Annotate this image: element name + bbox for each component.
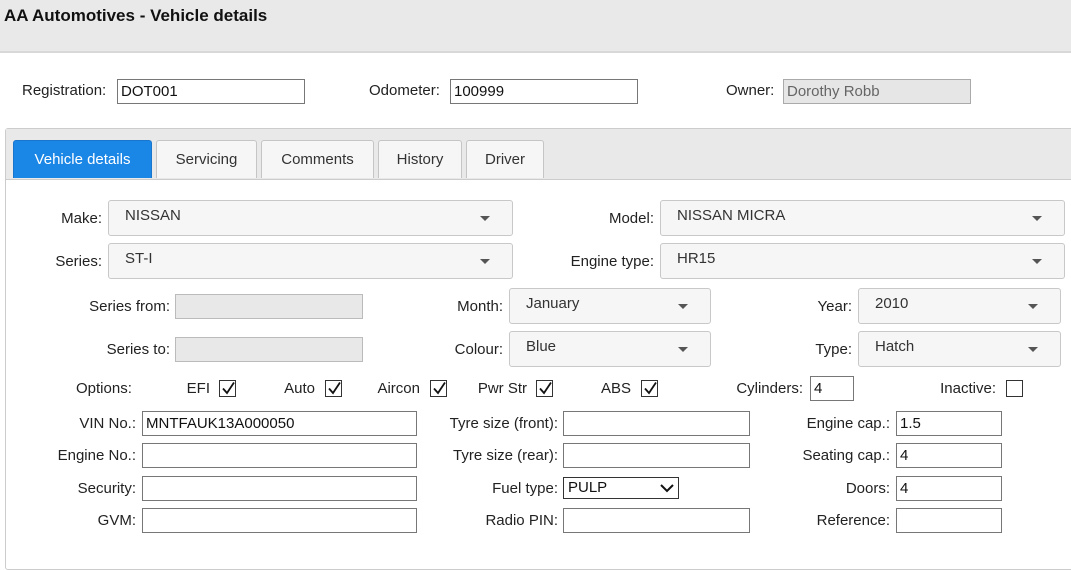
tab-vehicle-details[interactable]: Vehicle details	[13, 140, 152, 178]
chevron-down-icon	[1032, 259, 1042, 264]
tyre-front-input[interactable]	[563, 411, 750, 436]
vin-input[interactable]: MNTFAUK13A000050	[142, 411, 417, 436]
chevron-down-icon	[660, 484, 674, 493]
checkmark-icon	[328, 382, 341, 395]
cylinders-input[interactable]: 4	[810, 376, 854, 401]
cylinders-label: Cylinders:	[736, 380, 803, 397]
tyre-front-label: Tyre size (front):	[449, 415, 558, 432]
doors-input[interactable]: 4	[896, 476, 1002, 501]
owner-field: Dorothy Robb	[783, 79, 971, 104]
chevron-down-icon	[1032, 216, 1042, 221]
tab-driver[interactable]: Driver	[466, 140, 544, 178]
make-value: NISSAN	[125, 207, 181, 224]
option-auto-label: Auto	[284, 380, 315, 397]
registration-input[interactable]: DOT001	[117, 79, 305, 104]
option-efi-label: EFI	[186, 380, 210, 397]
month-value: January	[526, 295, 580, 312]
odometer-input[interactable]: 100999	[450, 79, 638, 104]
series-label: Series:	[55, 253, 102, 270]
option-auto-checkbox[interactable]	[325, 380, 342, 397]
reference-input[interactable]	[896, 508, 1002, 533]
inactive-checkbox[interactable]	[1006, 380, 1023, 397]
type-value: Hatch	[875, 338, 915, 355]
series-from-label: Series from:	[89, 298, 170, 315]
radio-pin-label: Radio PIN:	[485, 512, 558, 529]
radio-pin-input[interactable]	[563, 508, 750, 533]
option-aircon-checkbox[interactable]	[430, 380, 447, 397]
fuel-type-value: PULP	[568, 479, 608, 496]
seating-cap-input[interactable]: 4	[896, 443, 1002, 468]
tab-comments[interactable]: Comments	[261, 140, 374, 178]
options-label: Options:	[76, 380, 132, 397]
registration-label: Registration:	[22, 82, 107, 99]
fuel-type-label: Fuel type:	[492, 480, 558, 497]
model-value: NISSAN MICRA	[677, 207, 786, 224]
month-label: Month:	[457, 298, 503, 315]
option-pwr-str-label: Pwr Str	[477, 380, 527, 397]
checkmark-icon	[433, 382, 446, 395]
series-value: ST-I	[125, 250, 153, 267]
chevron-down-icon	[480, 216, 490, 221]
tab-history[interactable]: History	[378, 140, 462, 178]
checkmark-icon	[644, 382, 657, 395]
inactive-label: Inactive:	[940, 380, 996, 397]
tab-servicing[interactable]: Servicing	[156, 140, 257, 178]
checkmark-icon	[539, 382, 552, 395]
reference-label: Reference:	[816, 512, 890, 529]
chevron-down-icon	[480, 259, 490, 264]
window-title: AA Automotives - Vehicle details	[4, 6, 268, 25]
year-label: Year:	[817, 298, 852, 315]
series-to-field	[175, 337, 363, 362]
colour-label: Colour:	[454, 341, 503, 358]
model-label: Model:	[608, 210, 654, 227]
type-dropdown[interactable]: Hatch	[858, 331, 1061, 367]
engine-no-input[interactable]	[142, 443, 417, 468]
series-dropdown[interactable]: ST-I	[108, 243, 513, 279]
year-value: 2010	[875, 295, 909, 312]
option-pwr-str-checkbox[interactable]	[536, 380, 553, 397]
doors-label: Doors:	[845, 480, 890, 497]
tyre-rear-input[interactable]	[563, 443, 750, 468]
owner-label: Owner:	[726, 82, 775, 99]
vin-label: VIN No.:	[79, 415, 136, 432]
make-dropdown[interactable]: NISSAN	[108, 200, 513, 236]
year-dropdown[interactable]: 2010	[858, 288, 1061, 324]
chevron-down-icon	[1028, 304, 1038, 309]
make-label: Make:	[61, 210, 102, 227]
option-abs-checkbox[interactable]	[641, 380, 658, 397]
gvm-input[interactable]	[142, 508, 417, 533]
series-from-field	[175, 294, 363, 319]
security-input[interactable]	[142, 476, 417, 501]
option-efi-checkbox[interactable]	[219, 380, 236, 397]
engine-type-label: Engine type:	[570, 253, 654, 270]
chevron-down-icon	[678, 304, 688, 309]
security-label: Security:	[77, 480, 136, 497]
checkmark-icon	[222, 382, 235, 395]
option-aircon-label: Aircon	[377, 380, 420, 397]
model-dropdown[interactable]: NISSAN MICRA	[660, 200, 1065, 236]
fuel-type-select[interactable]: PULP	[563, 477, 679, 499]
engine-cap-input[interactable]: 1.5	[896, 411, 1002, 436]
chevron-down-icon	[1028, 347, 1038, 352]
colour-value: Blue	[526, 338, 557, 355]
engine-type-value: HR15	[677, 250, 716, 267]
colour-dropdown[interactable]: Blue	[509, 331, 711, 367]
engine-cap-label: Engine cap.:	[806, 415, 890, 432]
option-abs-label: ABS	[600, 380, 631, 397]
odometer-label: Odometer:	[369, 82, 440, 99]
title-bar: AA Automotives - Vehicle details	[0, 0, 1071, 53]
engine-type-dropdown[interactable]: HR15	[660, 243, 1065, 279]
month-dropdown[interactable]: January	[509, 288, 711, 324]
engine-no-label: Engine No.:	[57, 447, 136, 464]
gvm-label: GVM:	[97, 512, 136, 529]
seating-cap-label: Seating cap.:	[802, 447, 890, 464]
type-label: Type:	[815, 341, 852, 358]
series-to-label: Series to:	[106, 341, 170, 358]
chevron-down-icon	[678, 347, 688, 352]
tyre-rear-label: Tyre size (rear):	[452, 447, 558, 464]
